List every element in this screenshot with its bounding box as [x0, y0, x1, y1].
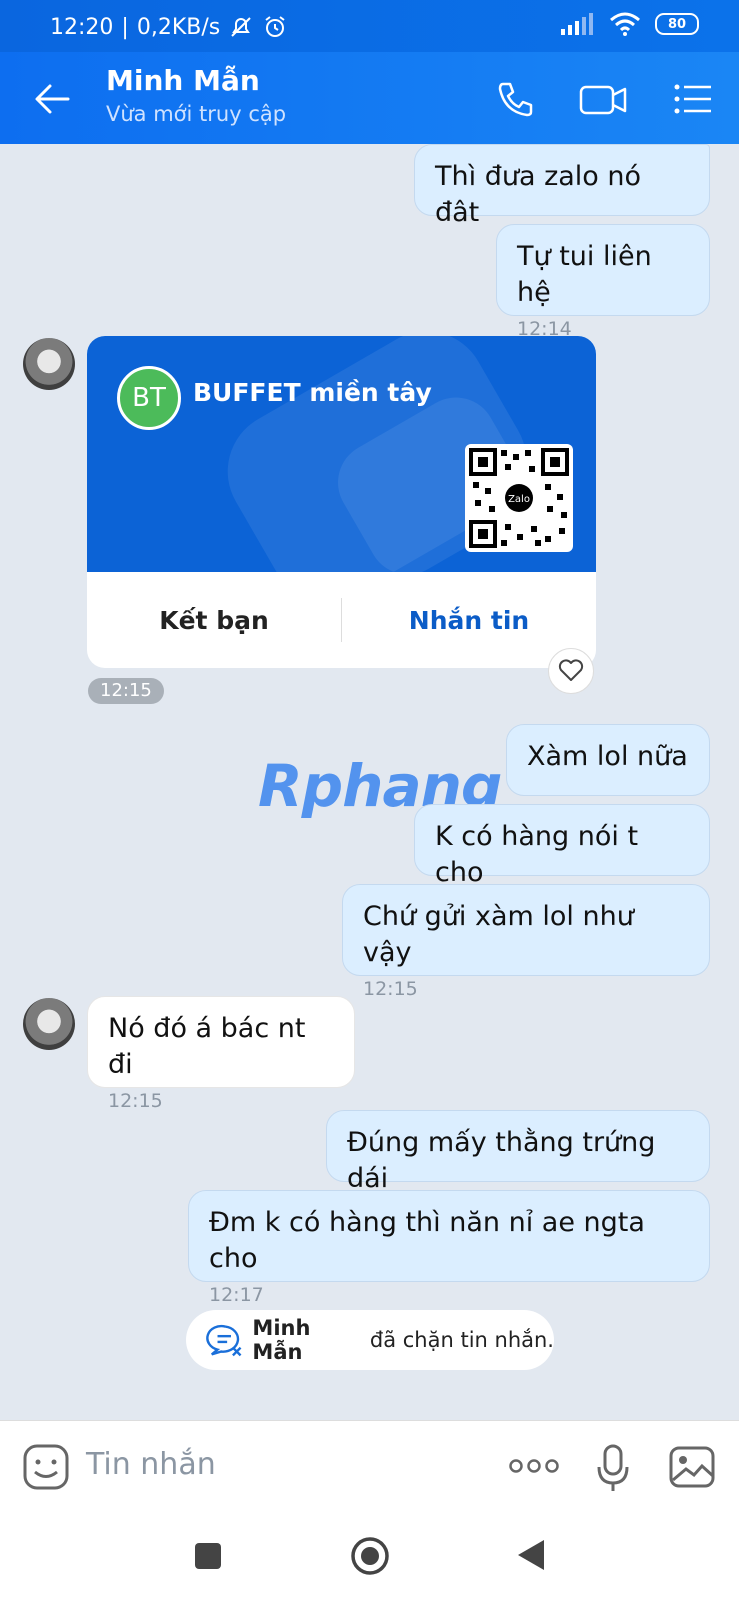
phone-icon — [498, 82, 533, 117]
contact-avatar[interactable] — [23, 998, 75, 1050]
chat-header: Minh Mẫn Vừa mới truy cập — [0, 52, 739, 144]
qr-code: Zalo — [465, 444, 573, 552]
video-call-button[interactable] — [578, 74, 628, 124]
message-text: Tự tui liên hệ — [517, 241, 652, 308]
status-bar: 12:20 | 0,2KB/s 80 — [0, 0, 739, 52]
battery-indicator: 80 — [655, 13, 699, 35]
back-button[interactable] — [28, 74, 78, 124]
microphone-icon — [597, 1444, 629, 1491]
image-icon — [669, 1446, 715, 1488]
message-sent[interactable]: Chứ gửi xàm lol như vậy 12:15 — [342, 884, 710, 1000]
voice-call-button[interactable] — [490, 74, 540, 124]
message-time: 12:15 — [108, 1090, 163, 1112]
message-text: Thì đưa zalo nó đât — [435, 161, 642, 228]
contact-avatar[interactable] — [23, 338, 75, 390]
mute-icon — [231, 17, 251, 37]
card-avatar: BT — [117, 366, 181, 430]
more-dots-icon — [509, 1459, 559, 1473]
message-list[interactable]: Thì đưa zalo nó đât Tự tui liên hệ 12:14… — [0, 144, 739, 1420]
emoji-icon — [23, 1444, 69, 1490]
message-sent[interactable]: Tự tui liên hệ 12:14 — [496, 224, 710, 340]
wifi-icon — [610, 12, 640, 36]
message-sent[interactable]: Thì đưa zalo nó đât — [414, 144, 710, 228]
message-sent[interactable]: Xàm lol nữa — [506, 724, 710, 796]
status-time: 12:20 — [50, 14, 114, 40]
home-button[interactable] — [350, 1536, 390, 1580]
add-friend-button[interactable]: Kết bạn — [87, 606, 341, 635]
blocked-name: Minh Mẫn — [252, 1316, 311, 1364]
list-icon — [674, 84, 711, 114]
input-bar: Tin nhắn — [0, 1420, 739, 1515]
back-nav-button[interactable] — [516, 1538, 546, 1576]
contact-card[interactable]: BT BUFFET miền tây Zalo Kết bạn Nhắn tin — [87, 336, 596, 668]
send-message-button[interactable]: Nhắn tin — [342, 606, 596, 635]
message-text: Đm k có hàng thì năn nỉ ae ngta cho — [209, 1207, 645, 1274]
message-time: 12:17 — [209, 1284, 264, 1306]
video-camera-icon — [579, 85, 627, 115]
message-text: K có hàng nói t cho — [435, 821, 639, 888]
qr-label: Zalo — [508, 494, 530, 505]
system-nav-bar — [0, 1514, 739, 1600]
message-text: Đúng mấy thằng trứng dái — [347, 1127, 656, 1194]
alarm-icon — [265, 16, 285, 37]
blocked-notice: Minh Mẫn đã chặn tin nhắn. — [186, 1310, 554, 1370]
message-received[interactable]: Nó đó á bác nt đi 12:15 — [87, 996, 355, 1112]
more-button[interactable] — [508, 1451, 560, 1485]
image-button[interactable] — [668, 1445, 716, 1493]
voice-button[interactable] — [596, 1443, 630, 1497]
message-sent[interactable]: Đm k có hàng thì năn nỉ ae ngta cho 12:1… — [188, 1190, 710, 1306]
options-button[interactable] — [668, 74, 718, 124]
contact-status: Vừa mới truy cập — [106, 102, 287, 126]
sticker-button[interactable] — [22, 1443, 70, 1495]
heart-icon — [558, 659, 584, 681]
message-text: Chứ gửi xàm lol như vậy — [363, 901, 634, 968]
arrow-left-icon — [35, 84, 70, 114]
square-icon — [195, 1543, 221, 1569]
message-sent[interactable]: Đúng mấy thằng trứng dái — [326, 1110, 710, 1194]
network-speed: 0,2KB/s — [136, 14, 221, 40]
message-sent[interactable]: K có hàng nói t cho — [414, 804, 710, 888]
message-input[interactable]: Tin nhắn — [86, 1447, 216, 1482]
contact-name[interactable]: Minh Mẫn — [106, 64, 260, 97]
message-text: Xàm lol nữa — [527, 741, 688, 772]
react-button[interactable] — [548, 648, 594, 694]
message-text: Nó đó á bác nt đi — [108, 1013, 306, 1080]
blocked-text: đã chặn tin nhắn. — [363, 1328, 554, 1352]
recent-apps-button[interactable] — [194, 1542, 222, 1574]
triangle-back-icon — [518, 1540, 544, 1570]
card-time: 12:15 — [88, 678, 164, 704]
signal-icon — [561, 13, 593, 35]
circle-icon — [351, 1537, 389, 1575]
message-time: 12:15 — [363, 978, 418, 1000]
blocked-chat-icon — [206, 1324, 242, 1357]
card-title: BUFFET miền tây — [193, 378, 432, 407]
